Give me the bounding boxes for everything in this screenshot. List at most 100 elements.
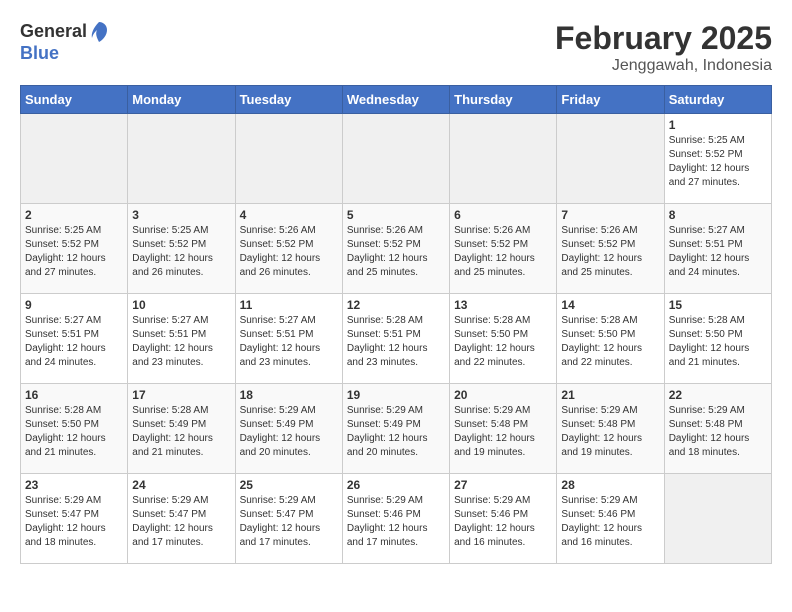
day-info: Sunrise: 5:29 AM Sunset: 5:47 PM Dayligh…: [25, 494, 123, 550]
calendar-cell: 18 Sunrise: 5:29 AM Sunset: 5:49 PM Dayli…: [235, 384, 342, 474]
title-block: February 2025 Jenggawah, Indonesia: [555, 20, 772, 75]
weekday-header-wednesday: Wednesday: [342, 86, 449, 114]
calendar-header-row: SundayMondayTuesdayWednesdayThursdayFrid…: [21, 86, 772, 114]
calendar-cell: 19 Sunrise: 5:29 AM Sunset: 5:49 PM Dayli…: [342, 384, 449, 474]
day-number: 13: [454, 298, 552, 312]
day-number: 20: [454, 388, 552, 402]
day-number: 2: [25, 208, 123, 222]
day-info: Sunrise: 5:28 AM Sunset: 5:51 PM Dayligh…: [347, 314, 445, 370]
calendar-cell: [342, 114, 449, 204]
calendar-cell: 11 Sunrise: 5:27 AM Sunset: 5:51 PM Dayli…: [235, 294, 342, 384]
day-info: Sunrise: 5:29 AM Sunset: 5:47 PM Dayligh…: [240, 494, 338, 550]
calendar-cell: 7 Sunrise: 5:26 AM Sunset: 5:52 PM Daylig…: [557, 204, 664, 294]
day-info: Sunrise: 5:29 AM Sunset: 5:46 PM Dayligh…: [561, 494, 659, 550]
calendar-cell: 12Sunrise: 5:28 AM Sunset: 5:51 PM Dayli…: [342, 294, 449, 384]
day-info: Sunrise: 5:29 AM Sunset: 5:49 PM Dayligh…: [347, 404, 445, 460]
day-info: Sunrise: 5:29 AM Sunset: 5:46 PM Dayligh…: [347, 494, 445, 550]
day-number: 21: [561, 388, 659, 402]
day-number: 22: [669, 388, 767, 402]
calendar-cell: [664, 474, 771, 564]
day-info: Sunrise: 5:26 AM Sunset: 5:52 PM Dayligh…: [561, 224, 659, 280]
month-year-title: February 2025: [555, 20, 772, 57]
day-info: Sunrise: 5:27 AM Sunset: 5:51 PM Dayligh…: [25, 314, 123, 370]
day-number: 5: [347, 208, 445, 222]
day-number: 14: [561, 298, 659, 312]
logo: General Blue: [20, 20, 109, 64]
calendar-cell: 17 Sunrise: 5:28 AM Sunset: 5:49 PM Dayli…: [128, 384, 235, 474]
calendar-cell: 23 Sunrise: 5:29 AM Sunset: 5:47 PM Dayli…: [21, 474, 128, 564]
calendar-cell: 28 Sunrise: 5:29 AM Sunset: 5:46 PM Dayli…: [557, 474, 664, 564]
weekday-header-friday: Friday: [557, 86, 664, 114]
day-info: Sunrise: 5:26 AM Sunset: 5:52 PM Dayligh…: [454, 224, 552, 280]
calendar-cell: 4Sunrise: 5:26 AM Sunset: 5:52 PM Daylig…: [235, 204, 342, 294]
day-info: Sunrise: 5:27 AM Sunset: 5:51 PM Dayligh…: [240, 314, 338, 370]
day-info: Sunrise: 5:28 AM Sunset: 5:50 PM Dayligh…: [669, 314, 767, 370]
day-number: 16: [25, 388, 123, 402]
calendar-cell: 1 Sunrise: 5:25 AM Sunset: 5:52 PM Daylig…: [664, 114, 771, 204]
day-info: Sunrise: 5:27 AM Sunset: 5:51 PM Dayligh…: [669, 224, 767, 280]
day-number: 28: [561, 478, 659, 492]
calendar-cell: 16Sunrise: 5:28 AM Sunset: 5:50 PM Dayli…: [21, 384, 128, 474]
calendar-cell: [235, 114, 342, 204]
weekday-header-monday: Monday: [128, 86, 235, 114]
day-info: Sunrise: 5:25 AM Sunset: 5:52 PM Dayligh…: [669, 134, 767, 190]
day-number: 18: [240, 388, 338, 402]
calendar-cell: 10 Sunrise: 5:27 AM Sunset: 5:51 PM Dayli…: [128, 294, 235, 384]
calendar-cell: 9 Sunrise: 5:27 AM Sunset: 5:51 PM Daylig…: [21, 294, 128, 384]
day-info: Sunrise: 5:29 AM Sunset: 5:48 PM Dayligh…: [561, 404, 659, 460]
day-info: Sunrise: 5:29 AM Sunset: 5:48 PM Dayligh…: [669, 404, 767, 460]
day-info: Sunrise: 5:26 AM Sunset: 5:52 PM Dayligh…: [347, 224, 445, 280]
day-info: Sunrise: 5:27 AM Sunset: 5:51 PM Dayligh…: [132, 314, 230, 370]
weekday-header-thursday: Thursday: [450, 86, 557, 114]
day-number: 1: [669, 118, 767, 132]
day-number: 9: [25, 298, 123, 312]
day-info: Sunrise: 5:29 AM Sunset: 5:46 PM Dayligh…: [454, 494, 552, 550]
day-number: 11: [240, 298, 338, 312]
calendar-cell: [21, 114, 128, 204]
calendar-cell: [450, 114, 557, 204]
logo-general: General: [20, 22, 87, 42]
calendar-cell: [557, 114, 664, 204]
day-number: 8: [669, 208, 767, 222]
logo-blue: Blue: [20, 44, 109, 64]
weekday-header-saturday: Saturday: [664, 86, 771, 114]
calendar-cell: 21 Sunrise: 5:29 AM Sunset: 5:48 PM Dayli…: [557, 384, 664, 474]
day-info: Sunrise: 5:25 AM Sunset: 5:52 PM Dayligh…: [132, 224, 230, 280]
day-info: Sunrise: 5:28 AM Sunset: 5:50 PM Dayligh…: [561, 314, 659, 370]
weekday-header-tuesday: Tuesday: [235, 86, 342, 114]
calendar-week-row: 16Sunrise: 5:28 AM Sunset: 5:50 PM Dayli…: [21, 384, 772, 474]
calendar-cell: 24 Sunrise: 5:29 AM Sunset: 5:47 PM Dayli…: [128, 474, 235, 564]
day-info: Sunrise: 5:29 AM Sunset: 5:47 PM Dayligh…: [132, 494, 230, 550]
calendar-week-row: 23 Sunrise: 5:29 AM Sunset: 5:47 PM Dayli…: [21, 474, 772, 564]
day-number: 10: [132, 298, 230, 312]
day-number: 27: [454, 478, 552, 492]
calendar-week-row: 1 Sunrise: 5:25 AM Sunset: 5:52 PM Daylig…: [21, 114, 772, 204]
calendar-cell: 14 Sunrise: 5:28 AM Sunset: 5:50 PM Dayli…: [557, 294, 664, 384]
day-number: 6: [454, 208, 552, 222]
calendar-cell: 5 Sunrise: 5:26 AM Sunset: 5:52 PM Daylig…: [342, 204, 449, 294]
day-number: 3: [132, 208, 230, 222]
calendar-cell: 25 Sunrise: 5:29 AM Sunset: 5:47 PM Dayli…: [235, 474, 342, 564]
calendar-cell: 2 Sunrise: 5:25 AM Sunset: 5:52 PM Daylig…: [21, 204, 128, 294]
calendar-cell: 8 Sunrise: 5:27 AM Sunset: 5:51 PM Daylig…: [664, 204, 771, 294]
day-info: Sunrise: 5:28 AM Sunset: 5:49 PM Dayligh…: [132, 404, 230, 460]
calendar-week-row: 9 Sunrise: 5:27 AM Sunset: 5:51 PM Daylig…: [21, 294, 772, 384]
day-info: Sunrise: 5:29 AM Sunset: 5:49 PM Dayligh…: [240, 404, 338, 460]
day-info: Sunrise: 5:26 AM Sunset: 5:52 PM Dayligh…: [240, 224, 338, 280]
day-number: 23: [25, 478, 123, 492]
day-number: 7: [561, 208, 659, 222]
calendar-cell: 3 Sunrise: 5:25 AM Sunset: 5:52 PM Daylig…: [128, 204, 235, 294]
day-number: 24: [132, 478, 230, 492]
day-number: 15: [669, 298, 767, 312]
day-number: 19: [347, 388, 445, 402]
day-info: Sunrise: 5:28 AM Sunset: 5:50 PM Dayligh…: [454, 314, 552, 370]
day-number: 17: [132, 388, 230, 402]
day-info: Sunrise: 5:29 AM Sunset: 5:48 PM Dayligh…: [454, 404, 552, 460]
logo-bird-icon: [89, 20, 109, 44]
day-number: 25: [240, 478, 338, 492]
day-info: Sunrise: 5:25 AM Sunset: 5:52 PM Dayligh…: [25, 224, 123, 280]
location-subtitle: Jenggawah, Indonesia: [555, 57, 772, 75]
page-header: General Blue February 2025 Jenggawah, In…: [20, 20, 772, 75]
calendar-cell: 15 Sunrise: 5:28 AM Sunset: 5:50 PM Dayli…: [664, 294, 771, 384]
calendar-cell: 22 Sunrise: 5:29 AM Sunset: 5:48 PM Dayli…: [664, 384, 771, 474]
